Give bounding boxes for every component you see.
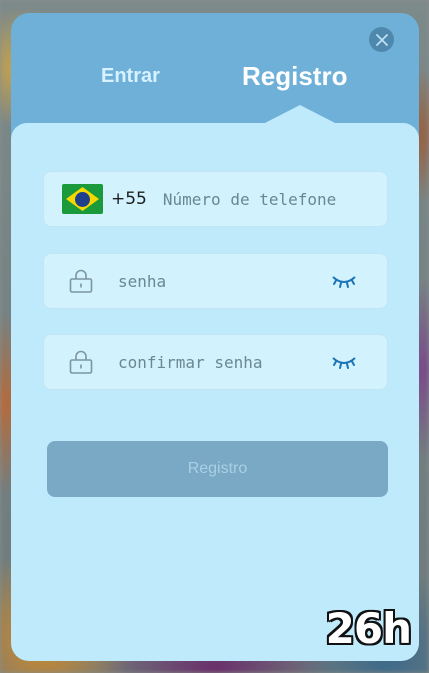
register-dialog: Entrar Registro +55 Número de telefone R… — [11, 13, 419, 661]
eye-closed-icon[interactable] — [331, 273, 357, 289]
phone-field: +55 — [43, 171, 388, 227]
brazil-flag-icon[interactable] — [62, 184, 103, 214]
phone-input[interactable] — [160, 188, 360, 210]
eye-closed-icon[interactable] — [331, 354, 357, 370]
watermark-26h: 26h — [325, 604, 412, 653]
register-button[interactable]: Registro — [47, 441, 388, 497]
active-tab-indicator — [261, 105, 339, 125]
confirm-password-input[interactable] — [116, 351, 325, 373]
password-input[interactable] — [116, 270, 325, 292]
lock-icon — [69, 350, 93, 374]
close-icon — [375, 33, 388, 46]
password-field — [43, 253, 388, 309]
close-button[interactable] — [369, 27, 394, 52]
country-code[interactable]: +55 — [111, 189, 147, 209]
lock-icon — [69, 269, 93, 293]
confirm-password-field — [43, 334, 388, 390]
tab-registro[interactable]: Registro — [242, 61, 347, 92]
tab-entrar[interactable]: Entrar — [101, 65, 160, 88]
